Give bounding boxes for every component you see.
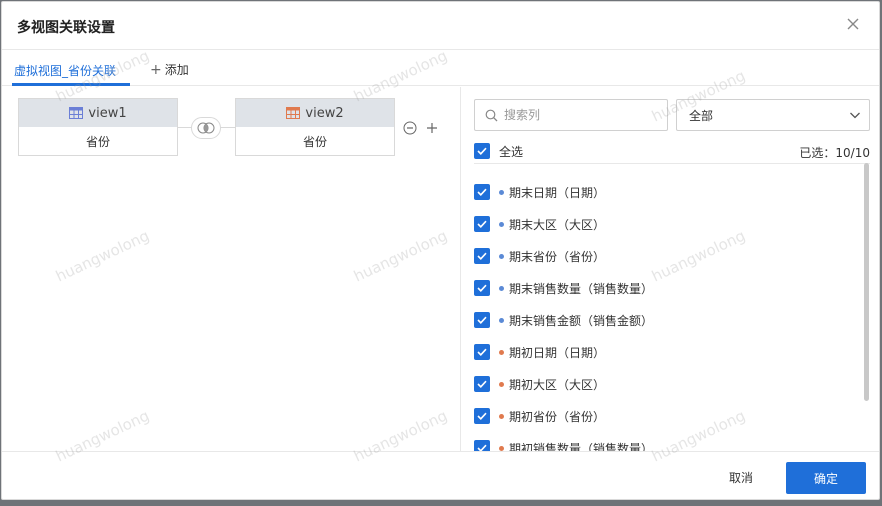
select-all-checkbox[interactable] — [474, 143, 490, 159]
confirm-button[interactable]: 确定 — [786, 462, 866, 494]
add-tab-button[interactable]: + 添加 — [150, 61, 189, 78]
inner-join-icon[interactable] — [191, 117, 221, 139]
view-card-right[interactable]: view2 省份 — [235, 98, 395, 156]
select-all-row: 全选 已选：10/10 — [474, 139, 870, 163]
close-icon[interactable] — [845, 16, 861, 32]
field-source-dot — [499, 253, 504, 259]
field-source-dot — [499, 445, 504, 451]
field-label: 期末销售数量（销售数量） — [509, 281, 654, 296]
view-card-header: view1 — [19, 99, 177, 127]
tab-virtual-view[interactable]: 虚拟视图_省份关联 — [14, 62, 116, 79]
plus-icon: + — [150, 62, 162, 78]
field-list-item[interactable]: 期末销售金额（销售金额） — [474, 304, 870, 336]
check-icon — [477, 412, 487, 420]
view-card-header: view2 — [236, 99, 394, 127]
field-list-item[interactable]: 期初销售数量（销售数量） — [474, 432, 870, 451]
field-list-item[interactable]: 期初日期（日期） — [474, 336, 870, 368]
field-label: 期初大区（大区） — [509, 377, 606, 392]
field-list: 期末日期（日期） 期末大区（大区） 期末省份（省份） 期末销售数量（销售数量） 期末销售… — [474, 176, 870, 451]
field-source-dot — [499, 285, 504, 291]
view-name: view1 — [88, 105, 127, 121]
check-icon — [477, 348, 487, 356]
field-source-dot — [499, 413, 504, 419]
check-icon — [477, 380, 487, 388]
chevron-down-icon — [850, 112, 860, 119]
check-icon — [477, 316, 487, 324]
field-label: 期初销售数量（销售数量） — [509, 441, 654, 452]
view-join-field: 省份 — [85, 134, 110, 149]
field-source-dot — [499, 349, 504, 355]
search-icon — [485, 109, 498, 121]
tab-active-indicator — [12, 83, 130, 86]
field-label: 期末省份（省份） — [509, 249, 606, 264]
field-checkbox[interactable] — [474, 184, 490, 200]
field-list-item[interactable]: 期末销售数量（销售数量） — [474, 272, 870, 304]
check-icon — [477, 188, 487, 196]
field-label: 期末大区（大区） — [509, 217, 606, 232]
dialog-title: 多视图关联设置 — [17, 20, 115, 36]
search-input[interactable] — [504, 108, 654, 122]
field-list-item[interactable]: 期末大区（大区） — [474, 208, 870, 240]
check-icon — [477, 444, 487, 451]
check-icon — [477, 284, 487, 292]
select-all-label: 全选 — [499, 144, 524, 159]
view-name: view2 — [305, 105, 344, 121]
field-checkbox[interactable] — [474, 312, 490, 328]
tab-bar: 虚拟视图_省份关联 + 添加 — [2, 50, 879, 86]
field-label: 期初日期（日期） — [509, 345, 606, 360]
field-checkbox[interactable] — [474, 280, 490, 296]
field-source-dot — [499, 189, 504, 195]
view-join-field: 省份 — [302, 134, 327, 149]
join-venn-icon — [197, 122, 215, 134]
table-icon — [286, 107, 301, 119]
field-label: 期初省份（省份） — [509, 409, 606, 424]
cancel-button[interactable]: 取消 — [713, 464, 769, 490]
multi-view-join-dialog: 多视图关联设置 虚拟视图_省份关联 + 添加 view1 省份 view2 省份… — [1, 1, 880, 500]
field-checkbox[interactable] — [474, 408, 490, 424]
field-source-dot — [499, 221, 504, 227]
table-icon — [69, 107, 84, 119]
join-canvas: view1 省份 view2 省份 — [2, 87, 461, 451]
field-source-dot — [499, 317, 504, 323]
field-list-item[interactable]: 期初大区（大区） — [474, 368, 870, 400]
view-card-left[interactable]: view1 省份 — [18, 98, 178, 156]
field-checkbox[interactable] — [474, 440, 490, 451]
field-list-item[interactable]: 期初省份（省份） — [474, 400, 870, 432]
field-checkbox[interactable] — [474, 216, 490, 232]
field-list-item[interactable]: 期末日期（日期） — [474, 176, 870, 208]
field-checkbox[interactable] — [474, 248, 490, 264]
divider — [474, 163, 870, 164]
add-view-icon[interactable] — [425, 121, 439, 135]
dialog-header: 多视图关联设置 — [2, 2, 879, 50]
check-icon — [477, 147, 487, 155]
remove-view-icon[interactable] — [403, 121, 417, 135]
list-scrollbar[interactable] — [864, 163, 869, 401]
check-icon — [477, 252, 487, 260]
dialog-footer: 取消 确定 — [2, 451, 879, 499]
add-tab-label: 添加 — [164, 63, 189, 77]
field-label: 期末销售金额（销售金额） — [509, 313, 654, 328]
field-label: 期末日期（日期） — [509, 185, 606, 200]
filter-select-value: 全部 — [689, 108, 714, 123]
search-box[interactable] — [474, 99, 668, 131]
field-list-item[interactable]: 期末省份（省份） — [474, 240, 870, 272]
field-selection-panel: 全部 全选 已选：10/10 期末日期（日期）期末大区（大区）期末省份（省份）期… — [462, 87, 879, 451]
field-source-dot — [499, 381, 504, 387]
filter-select[interactable]: 全部 — [676, 99, 870, 131]
check-icon — [477, 220, 487, 228]
selected-count: 已选：10/10 — [799, 146, 870, 160]
field-checkbox[interactable] — [474, 344, 490, 360]
field-checkbox[interactable] — [474, 376, 490, 392]
